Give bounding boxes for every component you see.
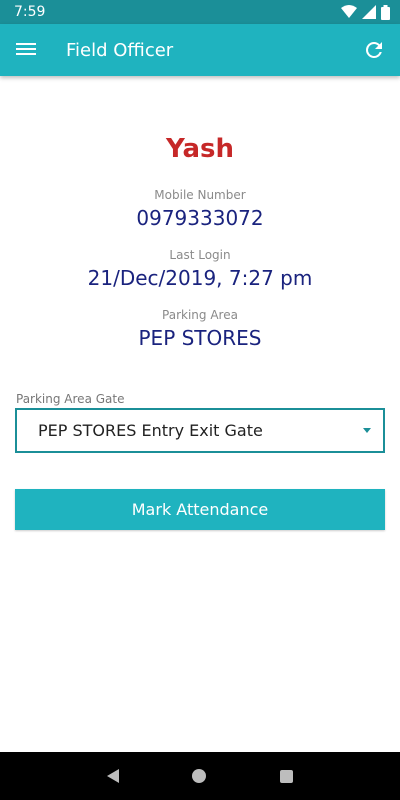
main-content: Yash Mobile Number 0979333072 Last Login…	[0, 76, 400, 752]
back-icon[interactable]	[106, 769, 119, 783]
recents-icon[interactable]	[280, 769, 294, 783]
refresh-icon[interactable]	[362, 38, 386, 62]
app-title: Field Officer	[66, 39, 174, 61]
mark-attendance-button[interactable]: Mark Attendance	[15, 489, 385, 530]
parking-area-value: PEP STORES	[138, 326, 262, 350]
home-icon[interactable]	[192, 769, 207, 783]
officer-name: Yash	[166, 134, 234, 164]
status-time: 7:59	[14, 4, 46, 20]
gate-label: Parking Area Gate	[16, 392, 125, 406]
app-bar: Field Officer	[0, 24, 400, 76]
dropdown-arrow-icon	[363, 428, 371, 433]
parking-area-label: Parking Area	[162, 308, 238, 322]
last-login-label: Last Login	[169, 248, 231, 262]
menu-icon[interactable]	[16, 40, 36, 60]
status-icons	[341, 4, 390, 20]
navigation-bar	[0, 752, 400, 800]
mobile-value: 0979333072	[136, 206, 264, 230]
wifi-icon	[341, 5, 357, 18]
signal-icon	[362, 5, 376, 19]
last-login-value: 21/Dec/2019, 7:27 pm	[87, 266, 313, 290]
status-bar: 7:59	[0, 0, 400, 24]
mobile-label: Mobile Number	[154, 188, 246, 202]
gate-selected-value: PEP STORES Entry Exit Gate	[38, 421, 263, 440]
battery-icon	[381, 4, 390, 20]
gate-dropdown[interactable]: PEP STORES Entry Exit Gate	[15, 408, 385, 453]
